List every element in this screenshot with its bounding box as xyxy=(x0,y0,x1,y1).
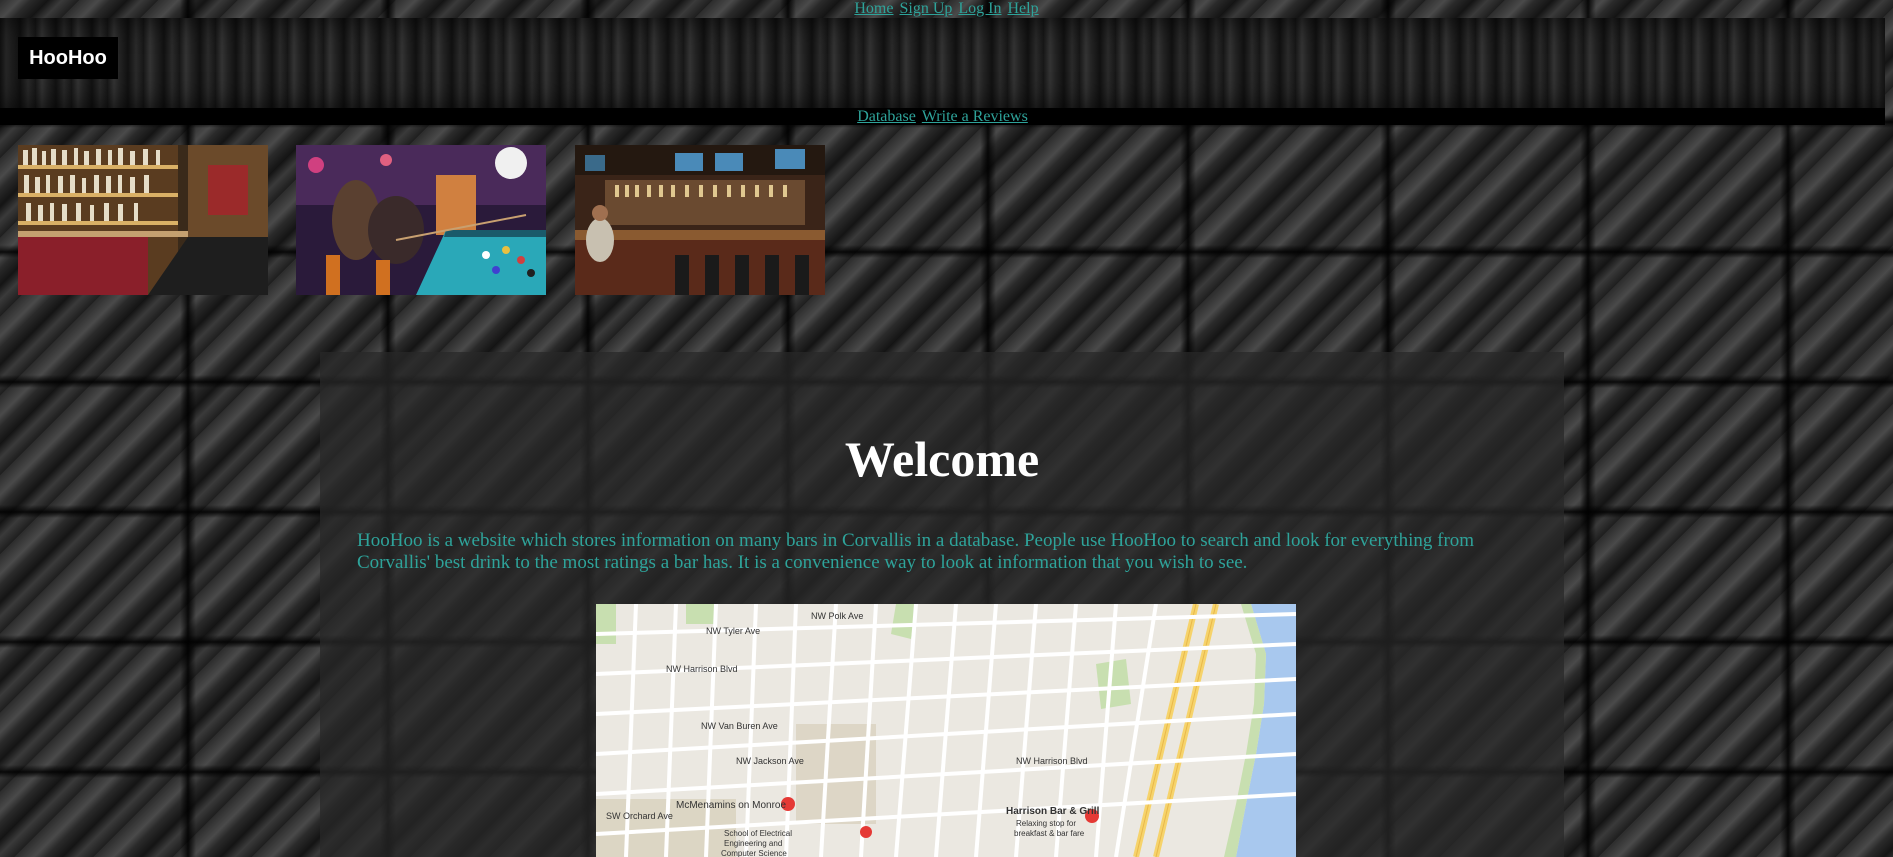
map-label-jackson: NW Jackson Ave xyxy=(736,756,804,766)
nav-link-home[interactable]: Home xyxy=(854,0,893,17)
page-title: Welcome xyxy=(844,431,1040,487)
pool-table-photo xyxy=(296,145,546,295)
top-navigation: Home Sign Up Log In Help xyxy=(0,0,1893,18)
map-place-harrison-note-1: Relaxing stop for xyxy=(1016,819,1076,828)
map-label-orchard: SW Orchard Ave xyxy=(606,811,673,821)
nav-link-write-reviews[interactable]: Write a Reviews xyxy=(922,108,1028,125)
map-label-polk: NW Polk Ave xyxy=(811,611,863,621)
map-place-mcmenamins: McMenamins on Monroe xyxy=(676,800,786,811)
nav-link-help[interactable]: Help xyxy=(1008,0,1039,17)
nav-link-sign-up[interactable]: Sign Up xyxy=(899,0,952,17)
map-label-harrison: NW Harrison Blvd xyxy=(666,664,738,674)
intro-paragraph: HooHoo is a website which stores informa… xyxy=(357,530,1475,573)
map-place-school-1: School of Electrical xyxy=(724,829,792,838)
bar-counter-photo xyxy=(575,145,825,295)
nav-link-log-in[interactable]: Log In xyxy=(958,0,1001,17)
bar-shelves-photo xyxy=(18,145,268,295)
map-place-school-3: Computer Science xyxy=(721,849,787,857)
map-label-tyler: NW Tyler Ave xyxy=(706,626,760,636)
header-bar: HooHoo xyxy=(0,18,1885,108)
map-place-harrison-note-2: breakfast & bar fare xyxy=(1014,829,1085,838)
main-content-panel: Welcome HooHoo is a website which stores… xyxy=(320,352,1564,857)
map-place-school-2: Engineering and xyxy=(724,839,782,848)
secondary-navigation: Database Write a Reviews xyxy=(0,108,1885,125)
site-logo[interactable]: HooHoo xyxy=(18,37,118,79)
map-label-harrison-east: NW Harrison Blvd xyxy=(1016,756,1088,766)
map-label-van-buren: NW Van Buren Ave xyxy=(701,721,778,731)
map-place-harrison-bar: Harrison Bar & Grill xyxy=(1006,806,1100,817)
nav-link-database[interactable]: Database xyxy=(857,108,916,125)
map-marker-restaurant[interactable] xyxy=(860,826,872,838)
corvallis-map[interactable]: NW Polk Ave NW Tyler Ave NW Harrison Blv… xyxy=(596,604,1296,857)
